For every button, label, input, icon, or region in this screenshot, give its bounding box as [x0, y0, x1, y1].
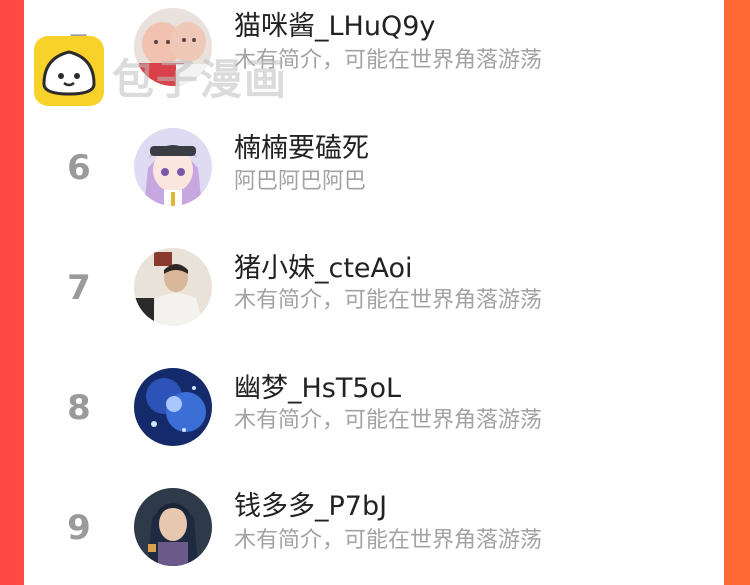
user-bio: 木有简介，可能在世界角落游荡 — [234, 288, 543, 313]
person-photo-icon — [134, 248, 212, 326]
user-name[interactable]: 钱多多_P7bJ — [234, 490, 387, 524]
ranking-row[interactable]: 7 猪小妹_cteAoi 木有简介，可能在世界角落游荡 — [24, 240, 724, 340]
ranking-row[interactable]: 9 钱多多_P7bJ 木有简介，可能在世界角落游荡 — [24, 480, 724, 580]
user-bio: 阿巴阿巴阿巴 — [234, 169, 367, 194]
watermark: 包子漫画 — [34, 36, 334, 108]
user-name[interactable]: 幽梦_HsT5oL — [234, 372, 401, 406]
ranking-row[interactable]: 6 楠楠要磕死 阿巴阿巴阿巴 — [24, 120, 724, 220]
rank-number: 6 — [67, 148, 91, 188]
anime-warrior-portrait-icon — [134, 488, 212, 566]
watermark-logo-icon — [34, 36, 104, 106]
user-bio: 木有简介，可能在世界角落游荡 — [234, 528, 543, 553]
user-avatar[interactable] — [134, 128, 212, 206]
user-name[interactable]: 猪小妹_cteAoi — [234, 252, 413, 286]
user-bio: 木有简介，可能在世界角落游荡 — [234, 408, 543, 433]
user-avatar[interactable] — [134, 248, 212, 326]
rank-number: 8 — [67, 388, 91, 428]
user-avatar[interactable] — [134, 368, 212, 446]
user-avatar[interactable] — [134, 488, 212, 566]
blue-fantasy-art-icon — [134, 368, 212, 446]
user-name[interactable]: 楠楠要磕死 — [234, 132, 369, 166]
watermark-text: 包子漫画 — [112, 55, 289, 104]
rank-number: 9 — [67, 508, 91, 548]
ranking-row[interactable]: 8 幽梦_HsT5oL 木有简介，可能在世界角落游荡 — [24, 360, 724, 460]
anime-girl-portrait-icon — [134, 128, 212, 206]
rank-number: 7 — [67, 268, 91, 308]
